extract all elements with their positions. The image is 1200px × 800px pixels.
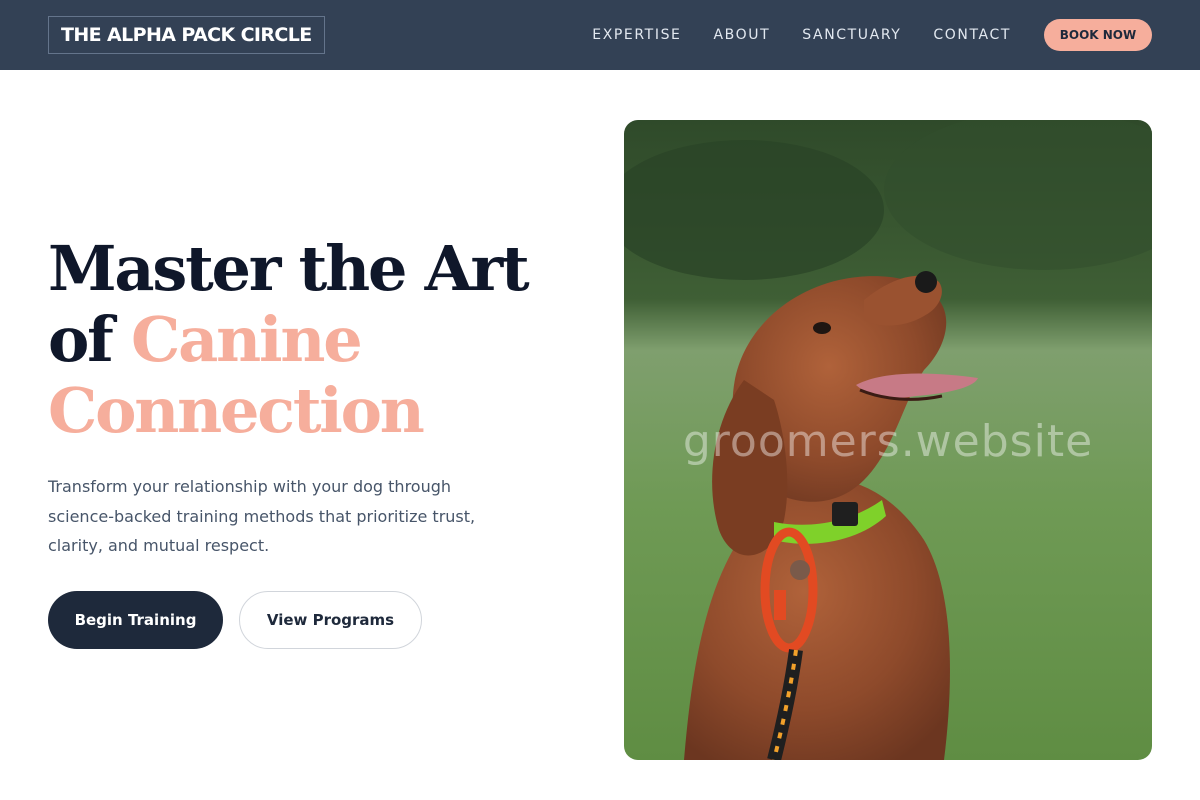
hero-subtext: Transform your relationship with your do…: [48, 477, 476, 555]
hero-content: Master the Art of Canine Connection Tran…: [48, 233, 568, 649]
view-programs-button[interactable]: View Programs: [239, 590, 422, 649]
book-now-button[interactable]: BOOK NOW: [1044, 19, 1152, 51]
headline-accent-connection: Connection: [48, 374, 425, 447]
nav-link-about[interactable]: ABOUT: [714, 27, 771, 43]
hero-headline: Master the Art of Canine Connection: [48, 233, 568, 446]
headline-accent-canine: Canine: [131, 303, 363, 376]
main-nav: EXPERTISE ABOUT SANCTUARY CONTACT: [592, 27, 1011, 43]
nav-link-expertise[interactable]: EXPERTISE: [592, 27, 681, 43]
nav-link-sanctuary[interactable]: SANCTUARY: [802, 27, 901, 43]
begin-training-button[interactable]: Begin Training: [48, 590, 223, 649]
hero-dog-image: groomers.website: [624, 120, 1152, 760]
image-watermark: groomers.website: [682, 416, 1094, 467]
headline-line-1: Master the Art: [48, 232, 530, 305]
nav-link-contact[interactable]: CONTACT: [933, 27, 1011, 43]
hero-cta-row: Begin Training View Programs: [48, 590, 568, 649]
headline-prefix: of: [48, 303, 114, 376]
top-navbar: THE ALPHA PACK CIRCLE EXPERTISE ABOUT SA…: [0, 0, 1200, 70]
brand-logo[interactable]: THE ALPHA PACK CIRCLE: [48, 16, 325, 54]
nav-right: EXPERTISE ABOUT SANCTUARY CONTACT BOOK N…: [592, 19, 1152, 51]
